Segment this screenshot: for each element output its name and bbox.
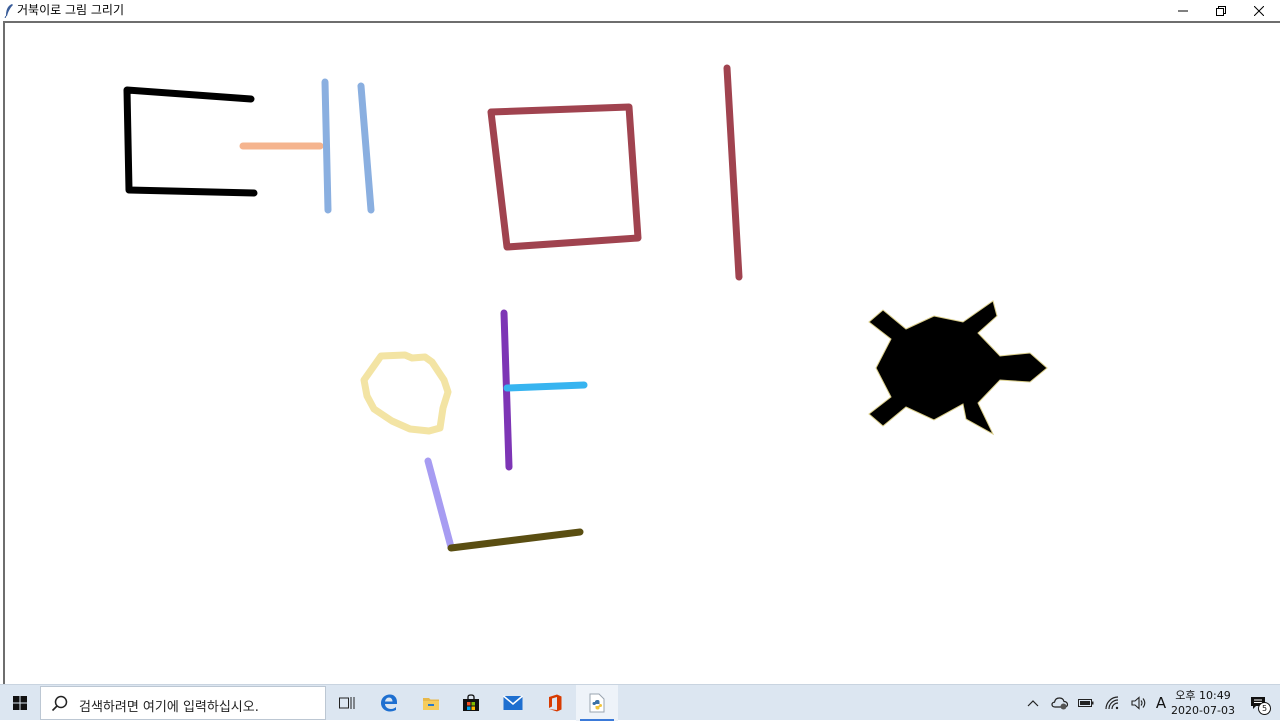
clock[interactable]: 오후 10:49 2020-07-03 bbox=[1170, 688, 1236, 718]
office-button[interactable] bbox=[534, 685, 576, 721]
turtle-icon bbox=[868, 300, 1048, 436]
search-icon bbox=[51, 695, 68, 712]
olive-line bbox=[447, 528, 584, 552]
search-box[interactable]: 검색하려면 여기에 입력하십시오. bbox=[40, 686, 326, 720]
store-icon bbox=[463, 694, 479, 711]
black-bracket bbox=[123, 86, 258, 197]
wifi-icon bbox=[1105, 696, 1119, 710]
edge-button[interactable] bbox=[368, 685, 410, 721]
clock-date: 2020-07-03 bbox=[1171, 704, 1235, 717]
speaker-icon bbox=[1131, 696, 1146, 710]
network-tray-button[interactable] bbox=[1100, 685, 1126, 721]
clock-time: 오후 10:49 bbox=[1175, 689, 1231, 702]
onedrive-tray-button[interactable] bbox=[1048, 685, 1072, 721]
cloud-sync-icon bbox=[1051, 697, 1069, 710]
show-hidden-icons-button[interactable] bbox=[1024, 685, 1042, 721]
mail-icon bbox=[503, 695, 523, 710]
search-placeholder: 검색하려면 여기에 입력하십시오. bbox=[79, 700, 259, 715]
volume-tray-button[interactable] bbox=[1126, 685, 1152, 721]
drawing-surface bbox=[123, 64, 1048, 552]
lavender-line bbox=[424, 457, 455, 551]
task-view-button[interactable] bbox=[326, 685, 368, 721]
office-icon bbox=[549, 694, 562, 712]
chevron-up-icon bbox=[1027, 700, 1039, 707]
maroon-square bbox=[487, 103, 642, 251]
battery-tray-button[interactable] bbox=[1074, 685, 1098, 721]
store-button[interactable] bbox=[450, 685, 492, 721]
maroon-line bbox=[723, 64, 743, 281]
file-explorer-button[interactable] bbox=[410, 685, 452, 721]
windows-logo-icon bbox=[13, 696, 27, 710]
cyan-line bbox=[503, 381, 588, 392]
task-view-icon bbox=[339, 697, 355, 709]
file-explorer-icon bbox=[423, 698, 439, 710]
python-turtle-icon bbox=[589, 693, 605, 713]
battery-icon bbox=[1078, 699, 1094, 707]
notification-count-badge: 5 bbox=[1258, 702, 1271, 715]
taskbar: 검색하려면 여기에 입력하십시오. A 오후 10:49 2020-07-03 … bbox=[0, 684, 1280, 721]
edge-icon bbox=[381, 694, 397, 712]
blue-line-2 bbox=[357, 82, 375, 214]
ime-indicator[interactable]: A bbox=[1152, 685, 1170, 721]
blue-line-1 bbox=[321, 78, 332, 214]
action-center-button[interactable]: 5 bbox=[1240, 685, 1276, 721]
start-button[interactable] bbox=[0, 685, 40, 721]
yellow-blob bbox=[360, 351, 452, 435]
mail-button[interactable] bbox=[492, 685, 534, 721]
python-turtle-button[interactable] bbox=[576, 685, 618, 721]
turtle-canvas[interactable] bbox=[3, 21, 1280, 684]
